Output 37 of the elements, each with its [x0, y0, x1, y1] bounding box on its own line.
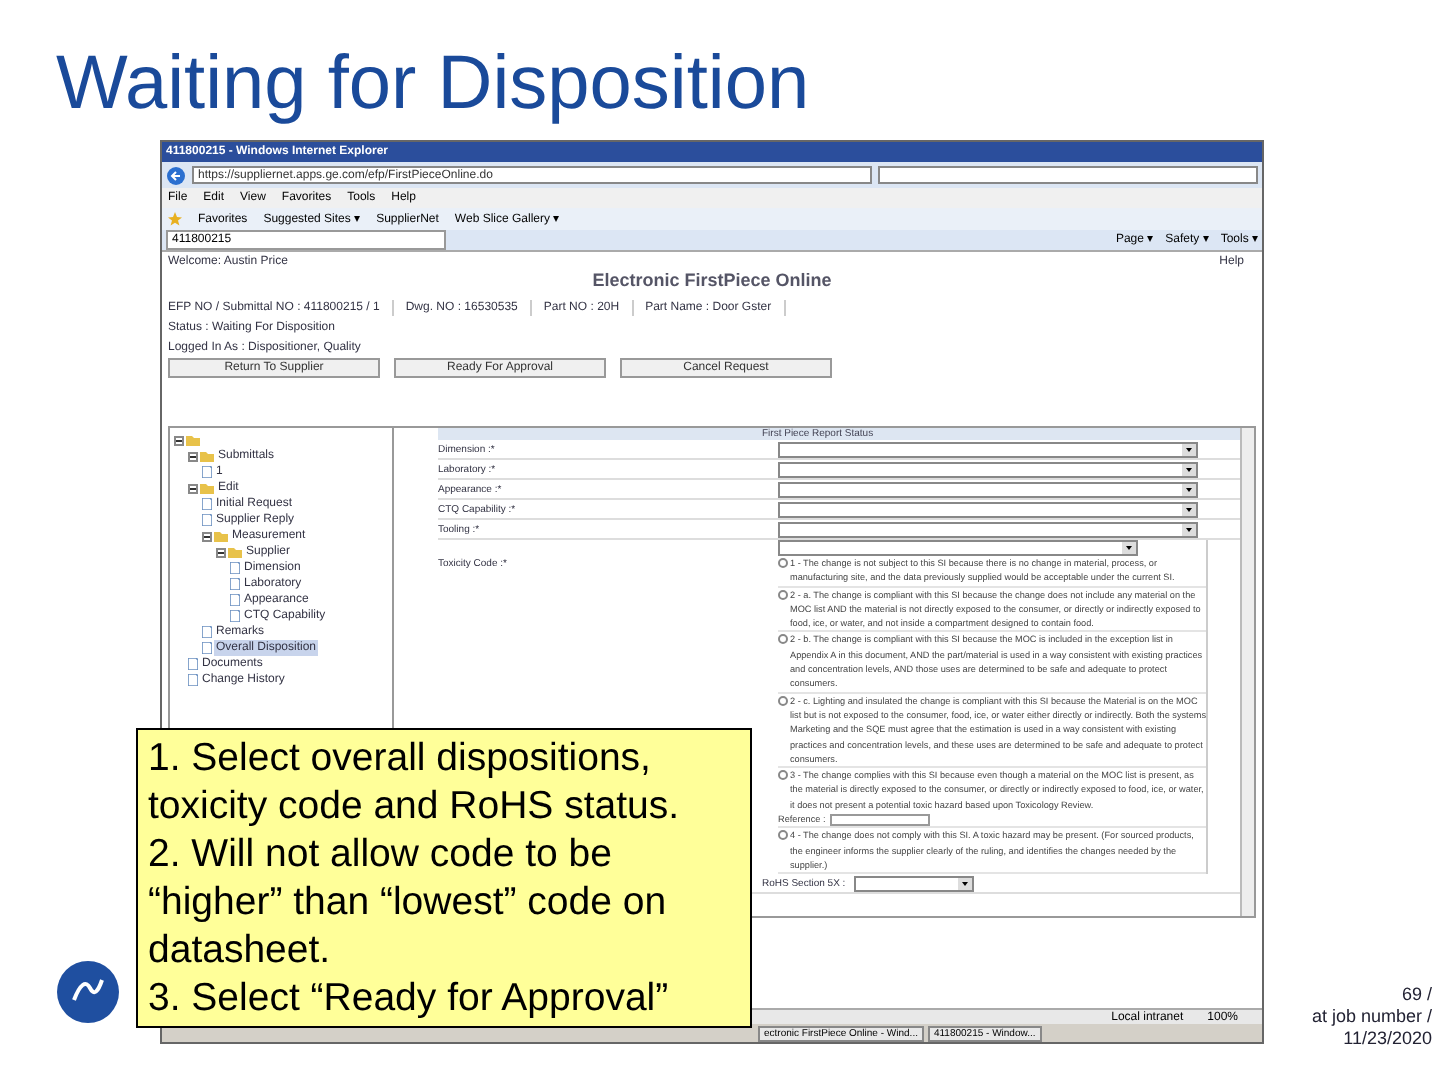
- radio-button[interactable]: [778, 634, 788, 645]
- slide-title: Waiting for Disposition: [56, 40, 810, 130]
- callout-text: toxicity code and RoHS status.: [148, 782, 682, 830]
- footer-text: at job number /: [1311, 1006, 1432, 1028]
- dropdown-field[interactable]: [853, 875, 974, 892]
- callout-text: datasheet.: [148, 926, 333, 974]
- folder-icon: [200, 482, 214, 494]
- callout-text: 1. Select overall dispositions,: [148, 734, 653, 782]
- back-arrow-icon: [166, 165, 186, 185]
- radio-button[interactable]: [778, 695, 788, 706]
- callout-text: 3. Select “Ready for Approval”: [148, 974, 671, 1022]
- dropdown-field[interactable]: [778, 481, 1198, 497]
- callout-text: “higher” than “lowest” code on: [148, 878, 669, 926]
- app-title: Electronic FirstPiece Online: [590, 270, 834, 292]
- reference-field[interactable]: [829, 813, 930, 826]
- dropdown-field[interactable]: [778, 461, 1198, 477]
- expander-icon[interactable]: [216, 547, 226, 557]
- radio-button[interactable]: [778, 770, 788, 781]
- callout-text: 2. Will not allow code to be: [148, 830, 614, 878]
- dropdown-field[interactable]: [778, 501, 1198, 517]
- dropdown-field[interactable]: [778, 540, 1138, 556]
- radio-button[interactable]: [778, 558, 788, 568]
- expander-icon[interactable]: [188, 483, 198, 493]
- footer-text: 69 /: [1401, 984, 1432, 1006]
- radio-button[interactable]: [778, 589, 788, 600]
- radio-button[interactable]: [778, 830, 788, 841]
- logo-icon: [56, 960, 120, 1024]
- scrollbar[interactable]: [1240, 428, 1254, 916]
- page-icon: [202, 466, 212, 478]
- expander-icon[interactable]: [174, 435, 184, 445]
- footer-text: 11/23/2020: [1343, 1028, 1432, 1050]
- expander-icon[interactable]: [188, 451, 198, 461]
- expander-icon[interactable]: [202, 531, 212, 541]
- star-icon: [168, 212, 182, 226]
- dropdown-field[interactable]: [778, 441, 1198, 457]
- dropdown-field[interactable]: [778, 521, 1198, 537]
- search-field[interactable]: [878, 166, 1258, 184]
